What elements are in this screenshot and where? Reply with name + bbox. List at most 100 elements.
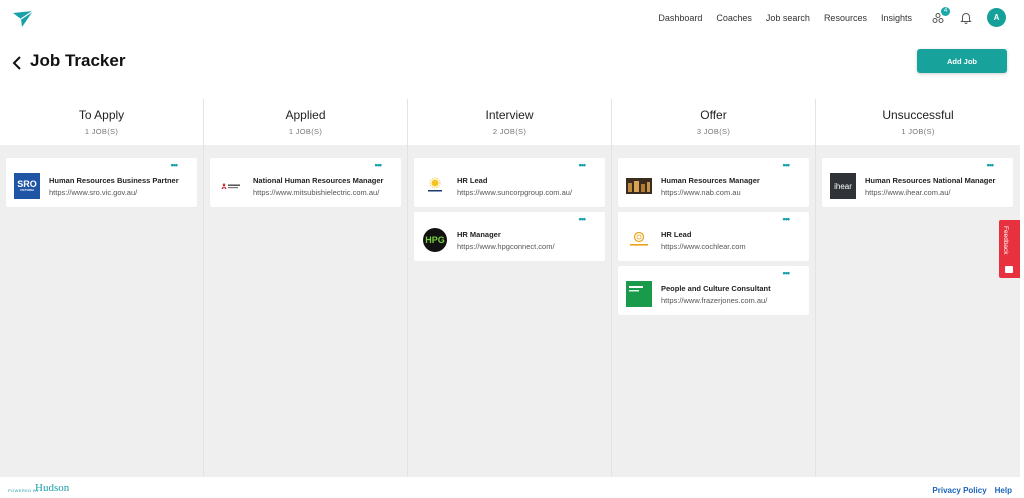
column-title: Offer <box>700 108 727 122</box>
column-body[interactable]: ••• National Human Resources Manager htt… <box>204 145 407 477</box>
job-url: https://www.frazerjones.com.au/ <box>661 296 768 305</box>
notifications-button[interactable] <box>959 11 973 25</box>
job-url: https://www.ihear.com.au/ <box>865 188 951 197</box>
job-url: https://www.cochlear.com <box>661 242 746 251</box>
column-header: To Apply 1 JOB(S) <box>0 99 203 145</box>
nav-link-dashboard[interactable]: Dashboard <box>658 13 702 23</box>
help-link[interactable]: Help <box>995 486 1012 495</box>
job-card[interactable]: ••• HR Lead https://www.suncorpgroup.com… <box>414 158 605 207</box>
column-to-apply: To Apply 1 JOB(S) ••• SRO VICTORIA Human… <box>0 99 204 477</box>
job-card[interactable]: ••• National Human Resources Manager htt… <box>210 158 401 207</box>
hpg-badge: HPG <box>423 228 447 252</box>
column-job-count: 1 JOB(S) <box>901 127 935 136</box>
column-title: Unsuccessful <box>882 108 954 122</box>
bell-icon <box>960 13 972 24</box>
footer: POWERED BY Hudson Privacy Policy Help <box>0 477 1024 498</box>
company-logo-suncorp <box>422 173 448 199</box>
column-body[interactable]: ••• ihear Human Resources National Manag… <box>816 145 1020 477</box>
column-title: To Apply <box>78 108 125 122</box>
nav-icon-group: 4 A <box>931 6 1006 27</box>
column-unsuccessful: Unsuccessful 1 JOB(S) ••• ihear Human Re… <box>816 99 1020 477</box>
add-job-button[interactable]: Add Job <box>917 49 1007 73</box>
job-url: https://www.sro.vic.gov.au/ <box>49 188 138 197</box>
page-header: Job Tracker Add Job <box>0 46 1024 86</box>
column-job-count: 1 JOB(S) <box>288 127 323 136</box>
nav-link-coaches[interactable]: Coaches <box>716 13 752 23</box>
notification-count-badge: 4 <box>941 6 950 16</box>
top-navigation-bar: Dashboard Coaches Job search Resources I… <box>0 0 1024 36</box>
back-chevron-icon[interactable] <box>12 56 22 70</box>
column-body[interactable]: ••• SRO VICTORIA Human Resources Busines… <box>0 145 203 477</box>
logo-text: SRO <box>17 179 37 189</box>
column-header: Offer 3 JOB(S) <box>612 99 815 145</box>
more-options-icon[interactable]: ••• <box>783 160 791 170</box>
job-title: National Human Resources Manager <box>253 176 384 185</box>
job-title: HR Lead <box>457 176 488 185</box>
brand-logo-icon[interactable] <box>12 10 34 28</box>
job-card[interactable]: ••• ihear Human Resources National Manag… <box>822 158 1013 207</box>
job-card[interactable]: ••• People and Culture Consultant https:… <box>618 266 809 315</box>
job-url: https://www.hpgconnect.com/ <box>457 242 555 251</box>
nav-link-insights[interactable]: Insights <box>881 13 912 23</box>
job-card[interactable]: ••• Human Resources Manager https://www.… <box>618 158 809 207</box>
job-title: HR Lead <box>661 230 692 239</box>
column-job-count: 2 JOB(S) <box>492 127 527 136</box>
job-title: HR Manager <box>457 230 501 239</box>
more-options-icon[interactable]: ••• <box>579 160 587 170</box>
company-logo-nab <box>626 178 652 194</box>
main-nav: Dashboard Coaches Job search Resources I… <box>658 13 912 23</box>
company-logo-cochlear <box>626 227 652 253</box>
user-avatar[interactable]: A <box>987 8 1006 27</box>
company-logo-frazer-jones <box>626 281 652 307</box>
job-title: People and Culture Consultant <box>661 284 771 293</box>
privacy-policy-link[interactable]: Privacy Policy <box>932 486 986 495</box>
job-card[interactable]: ••• HR Lead https://www.cochlear.com <box>618 212 809 261</box>
column-header: Unsuccessful 1 JOB(S) <box>816 99 1020 145</box>
job-url: https://www.suncorpgroup.com.au/ <box>457 188 573 197</box>
column-applied: Applied 1 JOB(S) ••• National Human Reso… <box>204 99 408 477</box>
more-options-icon[interactable]: ••• <box>783 214 791 224</box>
more-options-icon[interactable]: ••• <box>171 160 179 170</box>
job-url: https://www.nab.com.au <box>661 188 741 197</box>
feedback-label: Feedback <box>1002 226 1009 255</box>
job-title: Human Resources National Manager <box>865 176 996 185</box>
job-card[interactable]: ••• HPG HR Manager https://www.hpgconnec… <box>414 212 605 261</box>
column-title: Applied <box>285 108 326 122</box>
column-body[interactable]: ••• HR Lead https://www.suncorpgroup.com… <box>408 145 611 477</box>
company-logo-mitsubishi <box>218 173 244 199</box>
feedback-chat-icon <box>1005 266 1013 273</box>
footer-links: Privacy Policy Help <box>932 486 1012 495</box>
hudson-brand[interactable]: Hudson <box>35 482 69 494</box>
job-tracker-board: To Apply 1 JOB(S) ••• SRO VICTORIA Human… <box>0 99 1020 477</box>
feedback-tab[interactable]: Feedback <box>999 220 1020 278</box>
page-title: Job Tracker <box>30 51 126 70</box>
column-body[interactable]: ••• Human Resources Manager https://www.… <box>612 145 815 477</box>
frazer-jones-mark-icon <box>626 281 652 307</box>
more-options-icon[interactable]: ••• <box>375 160 383 170</box>
mitsubishi-diamonds-icon <box>221 183 240 189</box>
job-url: https://www.mitsubishielectric.com.au/ <box>253 188 380 197</box>
column-header: Applied 1 JOB(S) <box>204 99 407 145</box>
company-logo-hpg: HPG <box>422 227 448 253</box>
column-header: Interview 2 JOB(S) <box>408 99 611 145</box>
suncorp-sun-icon <box>428 177 442 192</box>
job-title: Human Resources Business Partner <box>49 176 179 185</box>
nab-building-image-icon <box>626 178 652 194</box>
column-title: Interview <box>485 108 534 122</box>
cochlear-swirl-icon <box>630 231 648 246</box>
more-options-icon[interactable]: ••• <box>987 160 995 170</box>
column-job-count: 3 JOB(S) <box>696 127 731 136</box>
nav-link-resources[interactable]: Resources <box>824 13 867 23</box>
logo-subtext: VICTORIA <box>19 188 35 192</box>
more-options-icon[interactable]: ••• <box>783 268 791 278</box>
column-interview: Interview 2 JOB(S) ••• HR Lead https://w… <box>408 99 612 477</box>
column-offer: Offer 3 JOB(S) ••• Human Resources Manag… <box>612 99 816 477</box>
job-card[interactable]: ••• SRO VICTORIA Human Resources Busines… <box>6 158 197 207</box>
nav-link-job-search[interactable]: Job search <box>766 13 810 23</box>
job-title: Human Resources Manager <box>661 176 760 185</box>
more-options-icon[interactable]: ••• <box>579 214 587 224</box>
column-job-count: 1 JOB(S) <box>84 127 119 136</box>
company-logo-ihear: ihear <box>830 173 856 199</box>
company-logo-sro: SRO VICTORIA <box>14 173 40 199</box>
coach-network-button[interactable]: 4 <box>931 6 950 25</box>
